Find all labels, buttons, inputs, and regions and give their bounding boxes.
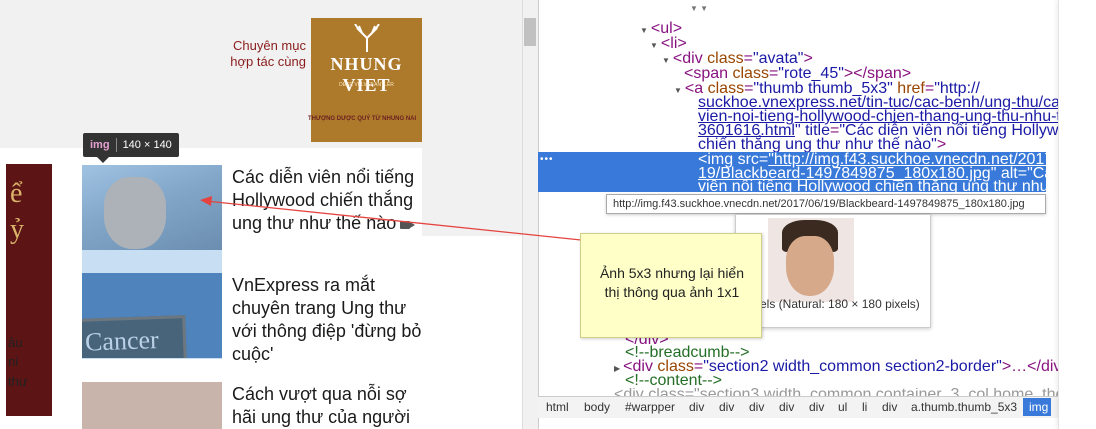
annotation-arrow [200,196,582,241]
annotation-note-text: Ảnh 5x3 nhưng lại hiển thị thông qua ảnh… [599,265,745,300]
